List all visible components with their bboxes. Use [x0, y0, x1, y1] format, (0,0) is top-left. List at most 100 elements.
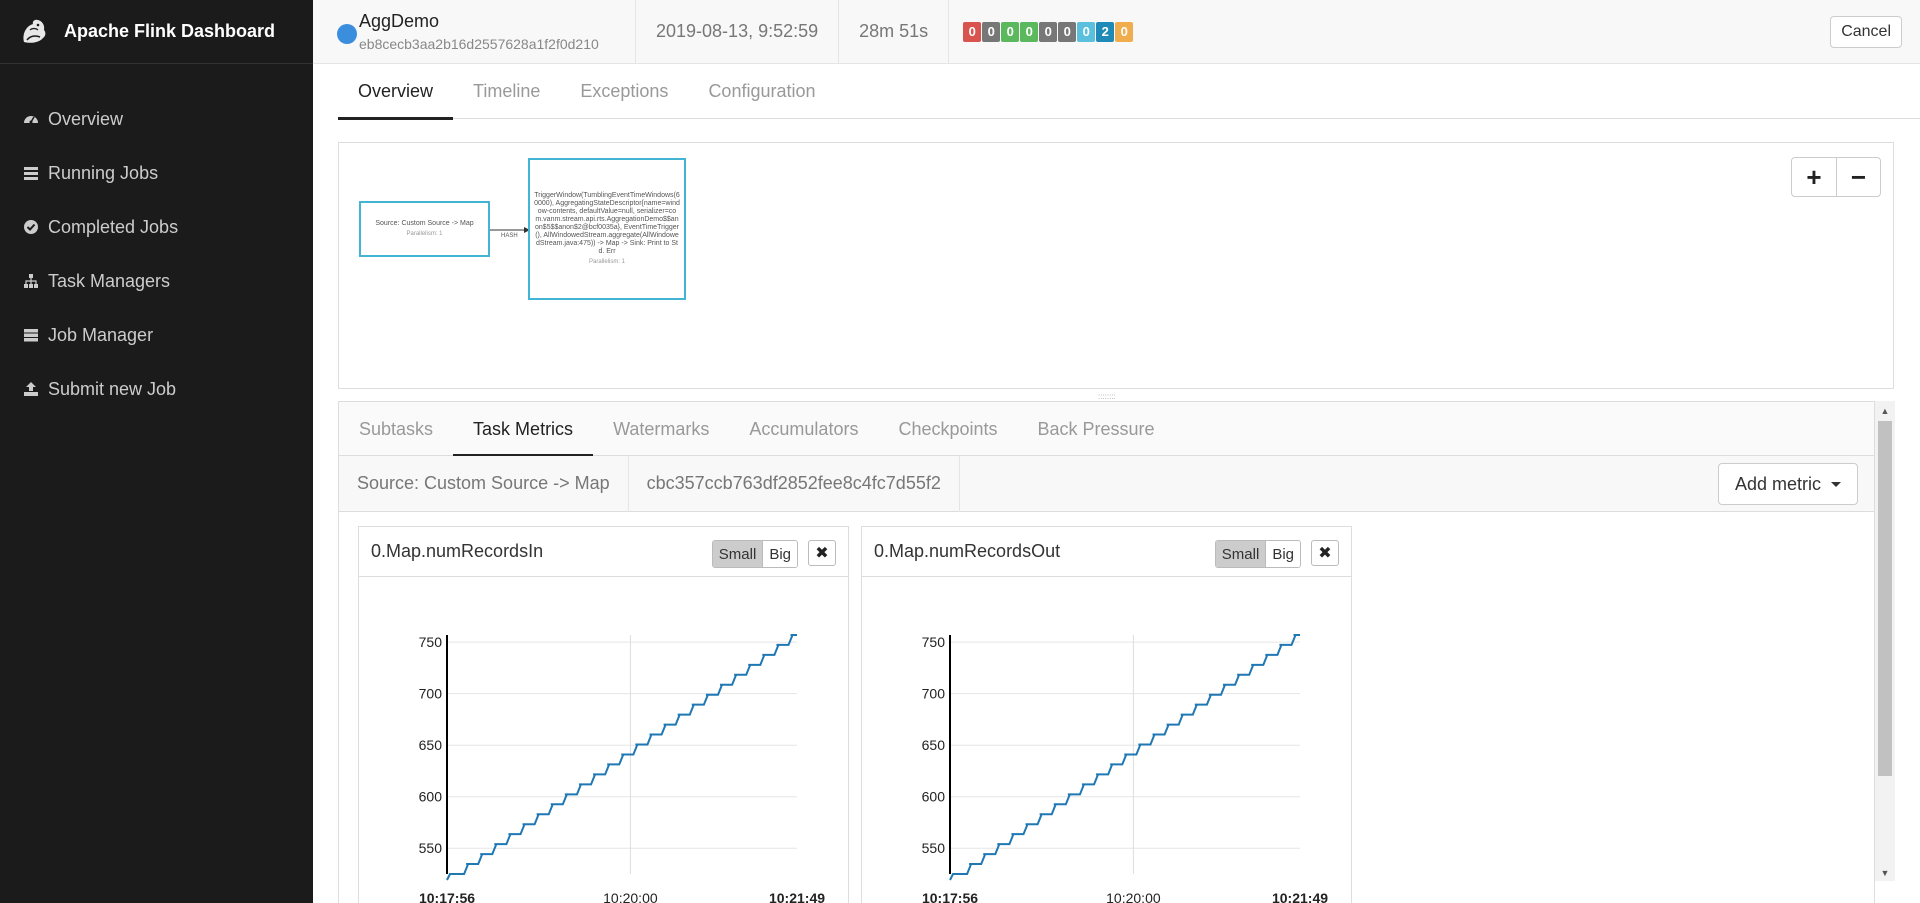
metric-card-header: 0.Map.numRecordsOut Small Big ✖: [862, 527, 1351, 577]
task-count-badge: 0: [1058, 21, 1077, 42]
plan-node-source-parallelism: Parallelism: 1: [406, 231, 443, 238]
remove-metric-button[interactable]: ✖: [1311, 540, 1339, 566]
dashboard-icon: [22, 110, 40, 128]
tab-configuration[interactable]: Configuration: [688, 64, 835, 119]
task-count-badge: 0: [1077, 21, 1096, 42]
metric-chart: 550 600 650 700 750 10:17:56 10:20:00 10:21:49: [922, 633, 1328, 903]
tab-accumulators[interactable]: Accumulators: [729, 402, 878, 456]
job-name: AggDemo: [359, 11, 440, 31]
tab-overview[interactable]: Overview: [338, 64, 454, 120]
vertex-details-panel: Subtasks Task Metrics Watermarks Accumul…: [338, 401, 1875, 903]
job-header: AggDemo eb8cecb3aa2b16d2557628a1f2f0d210…: [313, 0, 1920, 64]
y-tick-label: 700: [419, 686, 443, 702]
y-tick-label: 600: [922, 789, 946, 805]
scroll-up-arrow-icon[interactable]: ▲: [1875, 403, 1895, 419]
vertex-id: cbc357ccb763df2852fee8c4fc7d55f2: [629, 455, 960, 512]
series-line: [446, 633, 797, 881]
job-info[interactable]: AggDemo eb8cecb3aa2b16d2557628a1f2f0d210: [313, 0, 636, 63]
sidebar-item-label: Running Jobs: [48, 162, 159, 183]
brand[interactable]: Apache Flink Dashboard: [0, 0, 313, 64]
x-tick-label: 10:20:00: [603, 890, 658, 903]
list-icon: [22, 164, 40, 182]
sidebar-item-task-managers[interactable]: Task Managers: [0, 254, 313, 308]
sidebar-item-completed-jobs[interactable]: Completed Jobs: [0, 200, 313, 254]
small-size-button[interactable]: Small: [1215, 541, 1266, 567]
caret-down-icon: [1831, 481, 1841, 487]
tab-watermarks[interactable]: Watermarks: [593, 402, 729, 456]
plan-node-source-text: Source: Custom Source -> Map: [375, 220, 474, 228]
scroll-down-arrow-icon[interactable]: ▼: [1875, 865, 1895, 881]
y-tick-label: 550: [922, 840, 946, 856]
y-tick-label: 550: [419, 840, 443, 856]
sidebar-item-overview[interactable]: Overview: [0, 92, 313, 146]
tab-checkpoints[interactable]: Checkpoints: [878, 402, 1017, 456]
tab-timeline[interactable]: Timeline: [453, 64, 560, 119]
plan-node-window-text: TriggerWindow(TumblingEventTimeWindows(6…: [534, 191, 680, 256]
small-size-button[interactable]: Small: [712, 541, 763, 567]
task-count-badge: 0: [1039, 21, 1058, 42]
y-tick-label: 600: [419, 789, 443, 805]
sidebar-item-job-manager[interactable]: Job Manager: [0, 308, 313, 362]
tab-exceptions[interactable]: Exceptions: [560, 64, 688, 119]
x-tick-label: 10:17:56: [419, 890, 475, 903]
metric-card: 0.Map.numRecordsOut Small Big ✖ 550 600 65…: [861, 526, 1352, 903]
y-tick-label: 650: [419, 737, 443, 753]
sidebar-item-running-jobs[interactable]: Running Jobs: [0, 146, 313, 200]
vertex-name: Source: Custom Source -> Map: [339, 455, 629, 512]
remove-metric-button[interactable]: ✖: [808, 540, 836, 566]
job-duration: 28m 51s: [839, 0, 950, 63]
task-count-badge: 0: [1115, 21, 1134, 42]
task-count-badge: 0: [982, 21, 1001, 42]
tab-subtasks[interactable]: Subtasks: [339, 402, 453, 456]
zoom-in-button[interactable]: +: [1792, 158, 1836, 196]
x-tick-label: 10:21:49: [1272, 890, 1328, 903]
panel-scrollbar[interactable]: ▲ ▼: [1875, 401, 1895, 881]
cancel-job-button[interactable]: Cancel: [1830, 16, 1902, 48]
panel-resize-handle[interactable]: ::::::::: [1098, 392, 1138, 401]
sidebar-item-label: Job Manager: [48, 324, 154, 345]
app-title: Apache Flink Dashboard: [64, 21, 276, 41]
sidebar-nav: Overview Running Jobs Completed Jobs Tas…: [0, 92, 313, 416]
metric-size-toggle: Small Big: [711, 540, 798, 568]
sidebar-item-submit-new-job[interactable]: Submit new Job: [0, 362, 313, 416]
add-metric-dropdown[interactable]: Add metric: [1717, 463, 1858, 505]
metric-chart: 550 600 650 700 750 10:17:56 10:20:00 10:21:49: [419, 633, 825, 903]
scrollbar-thumb[interactable]: [1878, 421, 1892, 776]
x-tick-label: 10:21:49: [769, 890, 825, 903]
add-metric-label: Add metric: [1734, 473, 1821, 494]
plan-node-source[interactable]: Source: Custom Source -> Map Parallelism…: [359, 201, 490, 257]
y-tick-label: 750: [419, 634, 443, 650]
task-count-badge: 0: [1020, 21, 1039, 42]
flink-squirrel-logo-icon: [23, 19, 46, 43]
plan-node-window[interactable]: TriggerWindow(TumblingEventTimeWindows(6…: [528, 158, 686, 300]
metric-size-toggle: Small Big: [1214, 540, 1301, 568]
tab-task-metrics[interactable]: Task Metrics: [453, 402, 594, 457]
task-status-badges: 000000020: [949, 0, 1134, 63]
task-count-badge: 0: [963, 21, 982, 42]
vertex-tabs: Subtasks Task Metrics Watermarks Accumul…: [339, 402, 1874, 457]
y-tick-label: 700: [922, 686, 946, 702]
big-size-button[interactable]: Big: [1265, 541, 1300, 567]
task-count-badge: 2: [1096, 21, 1115, 42]
job-start-time: 2019-08-13, 9:52:59: [636, 0, 840, 63]
x-tick-label: 10:17:56: [922, 890, 978, 903]
metric-card-header: 0.Map.numRecordsIn Small Big ✖: [359, 527, 848, 577]
vertex-info-bar: Source: Custom Source -> Map cbc357ccb76…: [339, 455, 1874, 512]
y-tick-label: 650: [922, 737, 946, 753]
task-count-badge: 0: [1001, 21, 1020, 42]
big-size-button[interactable]: Big: [762, 541, 797, 567]
series-line: [949, 633, 1300, 881]
tab-back-pressure[interactable]: Back Pressure: [1018, 402, 1175, 456]
zoom-out-button[interactable]: −: [1836, 158, 1880, 196]
check-circle-icon: [22, 218, 40, 236]
y-tick-label: 750: [922, 634, 946, 650]
sitemap-icon: [22, 272, 40, 290]
sidebar-item-label: Overview: [48, 108, 124, 129]
server-icon: [22, 326, 40, 344]
job-id: eb8cecb3aa2b16d2557628a1f2f0d210: [359, 36, 599, 52]
plan-edge-label: HASH: [501, 233, 518, 239]
job-tabs: Overview Timeline Exceptions Configurati…: [338, 64, 1920, 120]
job-plan-graph[interactable]: Source: Custom Source -> Map Parallelism…: [338, 142, 1894, 389]
sidebar: Apache Flink Dashboard Overview Running …: [0, 0, 313, 903]
sidebar-item-label: Submit new Job: [48, 378, 177, 399]
